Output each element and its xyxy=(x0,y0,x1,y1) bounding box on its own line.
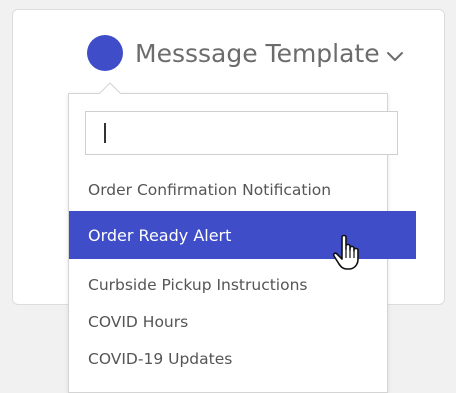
chevron-down-icon[interactable] xyxy=(386,50,404,62)
template-color-dot xyxy=(87,35,123,71)
template-option-label: Curbside Pickup Instructions xyxy=(88,276,308,294)
text-cursor xyxy=(104,123,106,143)
template-option-label: COVID Hours xyxy=(88,313,189,331)
dropdown-caret xyxy=(99,82,121,94)
template-option-label: Order Ready Alert xyxy=(88,225,232,245)
template-search-input[interactable] xyxy=(85,111,398,155)
template-option-label: COVID-19 Updates xyxy=(88,350,233,368)
template-title[interactable]: Messsage Template xyxy=(135,39,380,68)
template-option[interactable]: COVID-19 Updates xyxy=(69,335,416,383)
template-selector-header[interactable]: Messsage Template xyxy=(87,35,404,71)
template-option[interactable]: Order Confirmation Notification xyxy=(69,166,416,214)
hand-pointer-icon xyxy=(332,234,359,270)
template-option-label: Order Confirmation Notification xyxy=(88,181,332,199)
